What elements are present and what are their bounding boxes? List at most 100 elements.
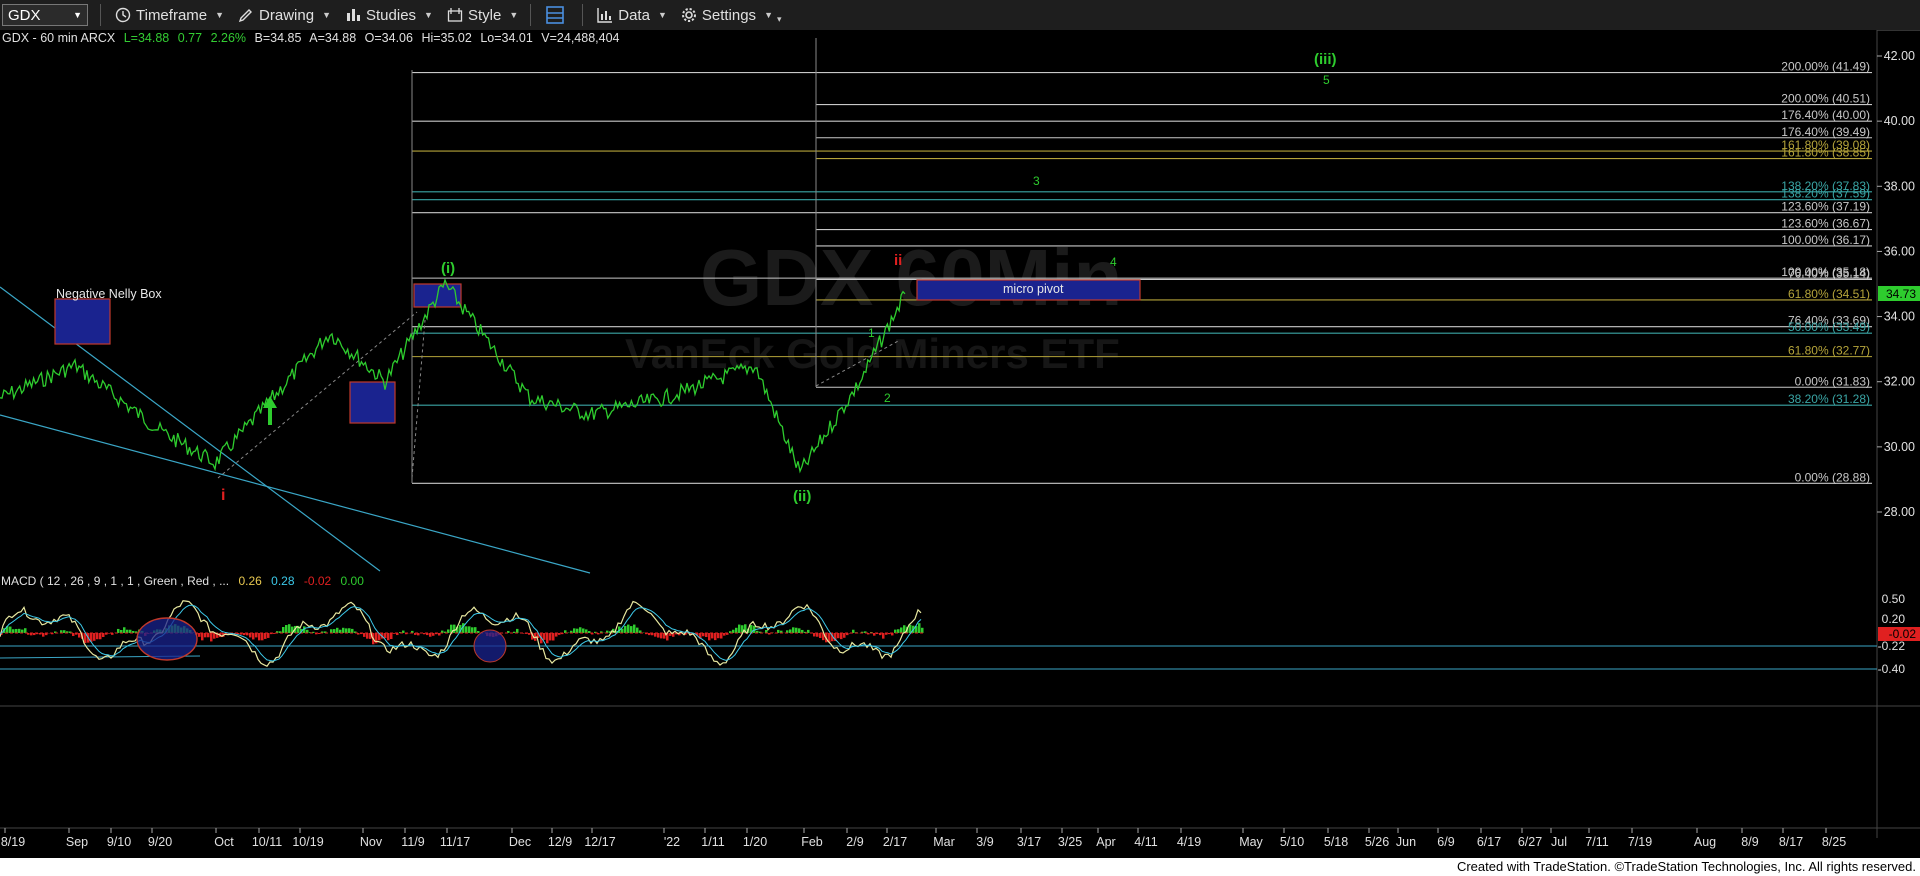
time-tick-label: 3/25 <box>1058 835 1082 849</box>
macd-histogram-bar <box>819 633 822 639</box>
macd-histogram-bar <box>96 633 99 640</box>
macd-histogram-bar <box>288 624 291 633</box>
macd-divergence-ellipse[interactable] <box>136 617 198 661</box>
ask-price: A=34.88 <box>309 31 356 45</box>
negative-nelly-box[interactable] <box>54 298 111 345</box>
time-tick-label: 11/9 <box>401 835 424 849</box>
fib-level-label: 76.40% (35.14) <box>1788 266 1870 280</box>
macd-histogram-bar <box>711 633 714 639</box>
settings-label: Settings <box>701 6 757 24</box>
time-tick-label: 6/27 <box>1518 835 1542 849</box>
studies-icon <box>347 9 360 21</box>
macd-histogram-bar <box>636 627 639 633</box>
chevron-down-icon: ▼ <box>509 10 519 20</box>
timeframe-menu[interactable]: Timeframe ▼ <box>115 7 224 24</box>
macd-histogram-bar <box>543 633 546 640</box>
price-change-pct: 2.26% <box>211 31 246 45</box>
time-tick-label: 5/26 <box>1365 835 1389 849</box>
time-tick-label: 5/18 <box>1324 835 1348 849</box>
macd-tick-label: -0.40 <box>1878 662 1906 676</box>
symbol-selector[interactable]: GDX ▼ <box>2 4 88 26</box>
micro-pivot-label: micro pivot <box>1003 282 1064 296</box>
fib-level-label: 161.80% (38.85) <box>1781 146 1870 160</box>
macd-histogram-bar <box>15 628 18 633</box>
fib-level-label: 61.80% (32.77) <box>1788 344 1870 358</box>
macd-histogram-bar <box>708 633 711 641</box>
macd-histogram-bar <box>552 633 555 641</box>
macd-histogram-bar <box>792 627 795 633</box>
macd-histogram-bar <box>330 629 333 633</box>
style-menu[interactable]: Style ▼ <box>447 7 518 24</box>
macd-histogram-bar <box>366 633 369 639</box>
macd-histogram-bar <box>660 633 663 639</box>
chevron-down-icon: ▼ <box>657 10 667 20</box>
macd-histogram-bar <box>582 628 585 633</box>
style-icon <box>447 8 463 22</box>
macd-histogram-bar <box>24 628 27 633</box>
time-tick-label: Jul <box>1551 835 1567 849</box>
time-axis[interactable]: 8/19 Sep 9/10 9/20 Oct 10/11 10/19 Nov 11/9 11/17… <box>1 828 1846 849</box>
macd-divergence-circle[interactable] <box>473 629 507 663</box>
macd-histogram-bar <box>387 633 390 641</box>
price-tick-label: 30.00 <box>1884 440 1915 454</box>
fib-level-label: 100.00% (36.17) <box>1781 233 1870 247</box>
macd-tick-label: 0.50 <box>1882 592 1906 606</box>
time-tick-label: 7/19 <box>1628 835 1652 849</box>
macd-histogram-bar <box>798 628 801 633</box>
macd-histogram-bar <box>573 628 576 633</box>
layout-icon <box>546 6 565 24</box>
macd-histogram-bar <box>348 628 351 633</box>
macd-histogram-bar <box>471 627 474 633</box>
price-tick-label: 32.00 <box>1884 375 1915 389</box>
macd-histogram-bar <box>42 633 45 637</box>
macd-histogram-bar <box>738 624 741 633</box>
support-box[interactable] <box>349 381 396 424</box>
macd-histogram-bar <box>447 629 450 633</box>
studies-menu[interactable]: Studies ▼ <box>345 7 433 24</box>
data-icon <box>597 8 613 23</box>
fib-level-label: 123.60% (36.67) <box>1781 217 1870 231</box>
time-tick-label: 9/10 <box>107 835 131 849</box>
time-tick-label: 6/9 <box>1437 835 1454 849</box>
macd-histogram-bar <box>474 627 477 633</box>
macd-histogram-bar <box>249 633 252 638</box>
macd-histogram-bar <box>840 633 843 640</box>
macd-histogram-bar <box>252 633 255 640</box>
macd-histogram-bar <box>336 627 339 633</box>
macd-histogram-bar <box>78 633 81 638</box>
macd-histogram-bar <box>894 629 897 633</box>
price-chart[interactable]: GDX - 60 min ARCX L=34.88 0.77 2.26% B=3… <box>0 30 1920 860</box>
open-price: O=34.06 <box>365 31 413 45</box>
fib-level-label: 138.20% (37.59) <box>1781 187 1870 201</box>
price-tick-label: 36.00 <box>1884 244 1915 258</box>
wave-2-label: 2 <box>884 391 891 405</box>
chart-area[interactable]: GDX - 60 min ARCX L=34.88 0.77 2.26% B=3… <box>0 30 1920 860</box>
wave-i-label: i <box>221 487 225 504</box>
time-tick-label: 6/17 <box>1477 835 1501 849</box>
settings-menu[interactable]: Settings ▼ ▾ <box>681 6 782 25</box>
time-tick-label: Jun <box>1396 835 1416 849</box>
macd-histogram-bar <box>198 633 201 637</box>
data-menu[interactable]: Data ▼ <box>597 7 667 24</box>
wave-4-label: 4 <box>1110 255 1117 269</box>
macd-histogram-bar <box>735 627 738 633</box>
chevron-down-icon: ▼ <box>424 10 433 20</box>
macd-histogram-bar <box>516 628 519 633</box>
layout-button[interactable] <box>545 5 570 25</box>
time-tick-label: 8/9 <box>1741 835 1758 849</box>
time-tick-label: 10/19 <box>292 835 323 849</box>
macd-histogram-bar <box>555 633 558 637</box>
macd-histogram-bar <box>93 633 96 641</box>
time-tick-label: Sep <box>66 835 88 849</box>
macd-histogram-bar <box>918 623 921 633</box>
time-tick-label: 8/17 <box>1779 835 1803 849</box>
macd-histogram-bar <box>453 624 456 633</box>
chevron-down-icon: ▾ <box>776 13 782 24</box>
drawing-menu[interactable]: Drawing ▼ <box>238 7 331 24</box>
fib-level-label: 0.00% (28.88) <box>1795 470 1870 484</box>
time-tick-label: Apr <box>1096 835 1115 849</box>
price-axis[interactable]: 42.00 40.00 38.00 36.00 34.00 32.00 30.00 28.00 <box>1877 49 1915 519</box>
fib-level-label: 38.20% (31.28) <box>1788 392 1870 406</box>
time-tick-label: 4/11 <box>1134 835 1157 849</box>
last-price-value: 34.73 <box>1886 287 1916 301</box>
